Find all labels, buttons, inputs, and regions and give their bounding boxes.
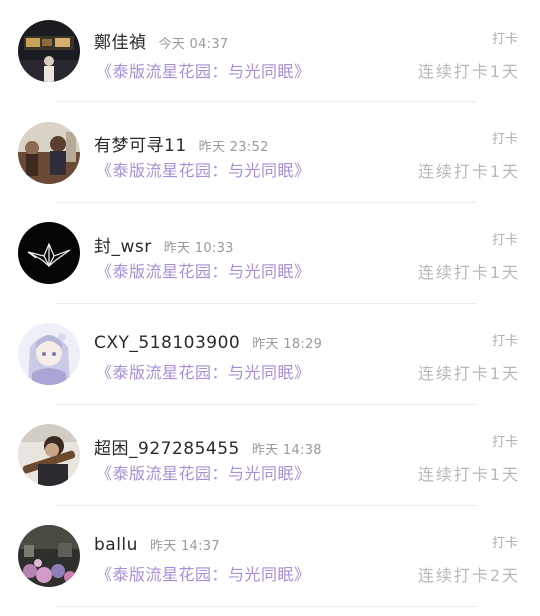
avatar[interactable] [18, 122, 80, 184]
username-text: ballu [94, 535, 138, 555]
avatar[interactable] [18, 525, 80, 587]
checkin-title[interactable]: 《泰版流星花园：与光同眠》 [96, 157, 311, 181]
checkin-title[interactable]: 《泰版流星花园：与光同眠》 [96, 561, 311, 585]
username-text: 鄭佳禎 [94, 33, 147, 53]
timestamp: 昨天 23:52 [198, 140, 269, 155]
username-text: 封_wsr [94, 237, 152, 257]
timestamp: 今天 04:37 [158, 37, 229, 52]
avatar[interactable] [18, 20, 80, 82]
checkin-tag: 打卡 [491, 334, 518, 349]
username[interactable]: 有梦可寻11 昨天 23:52 [94, 131, 269, 156]
checkin-tag: 打卡 [491, 32, 518, 47]
list-item[interactable]: 超困_927285455 昨天 14:38 《泰版流星花园：与光同眠》 打卡 连续… [0, 404, 540, 504]
divider [56, 606, 476, 607]
username[interactable]: 封_wsr 昨天 10:33 [94, 232, 234, 257]
checkin-tag: 打卡 [491, 132, 518, 147]
anime-avatar-icon [18, 323, 80, 385]
streak-text: 连续打卡2天 [417, 566, 520, 585]
avatar[interactable] [18, 323, 80, 385]
list-item[interactable]: 封_wsr 昨天 10:33 《泰版流星花园：与光同眠》 打卡 连续打卡1天 [0, 202, 540, 302]
list-item[interactable]: CXY_518103900 昨天 18:29 《泰版流星花园：与光同眠》 打卡 连… [0, 303, 540, 403]
avatar-photo-icon [18, 20, 80, 82]
timestamp: 昨天 14:38 [251, 443, 322, 458]
streak-text: 连续打卡1天 [417, 465, 520, 484]
username[interactable]: 超困_927285455 昨天 14:38 [94, 434, 322, 459]
checkin-title[interactable]: 《泰版流星花园：与光同眠》 [96, 460, 311, 484]
streak-text: 连续打卡1天 [417, 364, 520, 383]
checkin-tag: 打卡 [491, 233, 518, 248]
checkin-title[interactable]: 《泰版流星花园：与光同眠》 [96, 359, 311, 383]
avatar-photo-icon [18, 122, 80, 184]
timestamp: 昨天 14:37 [149, 539, 220, 554]
checkin-tag: 打卡 [491, 536, 518, 551]
checkin-tag: 打卡 [491, 435, 518, 450]
username[interactable]: 鄭佳禎 今天 04:37 [94, 28, 229, 53]
username-text: 超困_927285455 [94, 439, 240, 459]
streak-text: 连续打卡1天 [417, 62, 520, 81]
username[interactable]: CXY_518103900 昨天 18:29 [94, 333, 322, 353]
list-item[interactable]: ballu 昨天 14:37 《泰版流星花园：与光同眠》 打卡 连续打卡2天 [0, 505, 540, 605]
checkin-title[interactable]: 《泰版流星花园：与光同眠》 [96, 58, 311, 82]
checkin-title[interactable]: 《泰版流星花园：与光同眠》 [96, 258, 311, 282]
timestamp: 昨天 10:33 [163, 241, 234, 256]
avatar[interactable] [18, 424, 80, 486]
list-item[interactable]: 鄭佳禎 今天 04:37 《泰版流星花园：与光同眠》 打卡 连续打卡1天 [0, 0, 540, 100]
avatar-photo-icon [18, 424, 80, 486]
timestamp: 昨天 18:29 [252, 337, 323, 352]
streak-text: 连续打卡1天 [417, 162, 520, 181]
checkin-list: 鄭佳禎 今天 04:37 《泰版流星花园：与光同眠》 打卡 连续打卡1天 有梦可寻… [0, 0, 540, 616]
username[interactable]: ballu 昨天 14:37 [94, 535, 220, 555]
streak-text: 连续打卡1天 [417, 263, 520, 282]
username-text: CXY_518103900 [94, 333, 241, 353]
username-text: 有梦可寻11 [94, 136, 187, 156]
paper-crane-icon [18, 222, 80, 284]
avatar[interactable] [18, 222, 80, 284]
avatar-photo-icon [18, 525, 80, 587]
list-item[interactable]: 有梦可寻11 昨天 23:52 《泰版流星花园：与光同眠》 打卡 连续打卡1天 [0, 101, 540, 201]
